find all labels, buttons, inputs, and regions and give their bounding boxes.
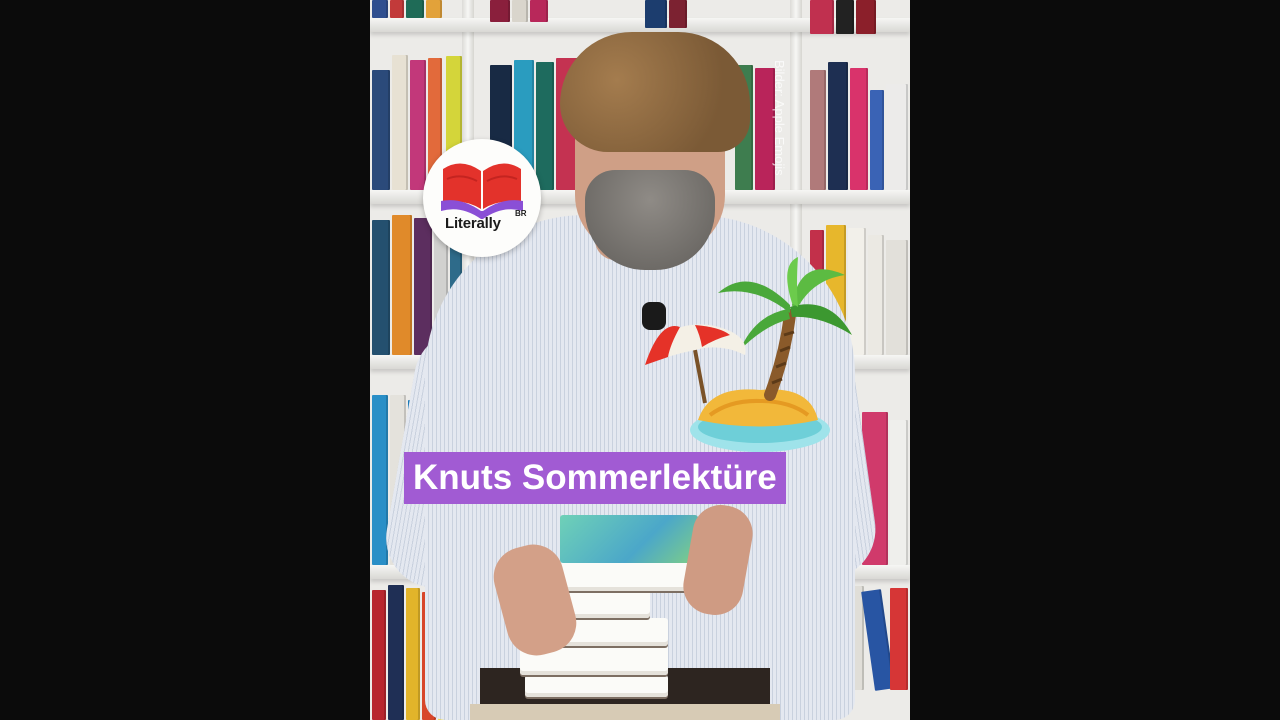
video-caption: Knuts Sommerlektüre [404, 452, 786, 504]
presenter-hair [560, 32, 750, 152]
presenter-pants [470, 704, 780, 720]
image-credit: Bilder: Apple Emojis [772, 60, 787, 176]
logo-wordmark: Literally [445, 215, 501, 232]
logo-badge: BR [515, 209, 527, 218]
top-book-cover [560, 515, 698, 563]
desert-island-emoji [645, 257, 852, 452]
video-frame[interactable]: Literally BR Knuts Sommerlektüre Bilder:… [370, 0, 910, 720]
stacked-book [525, 675, 668, 697]
open-book-logo-icon [441, 163, 523, 219]
literally-br-logo[interactable]: Literally BR [423, 139, 541, 257]
